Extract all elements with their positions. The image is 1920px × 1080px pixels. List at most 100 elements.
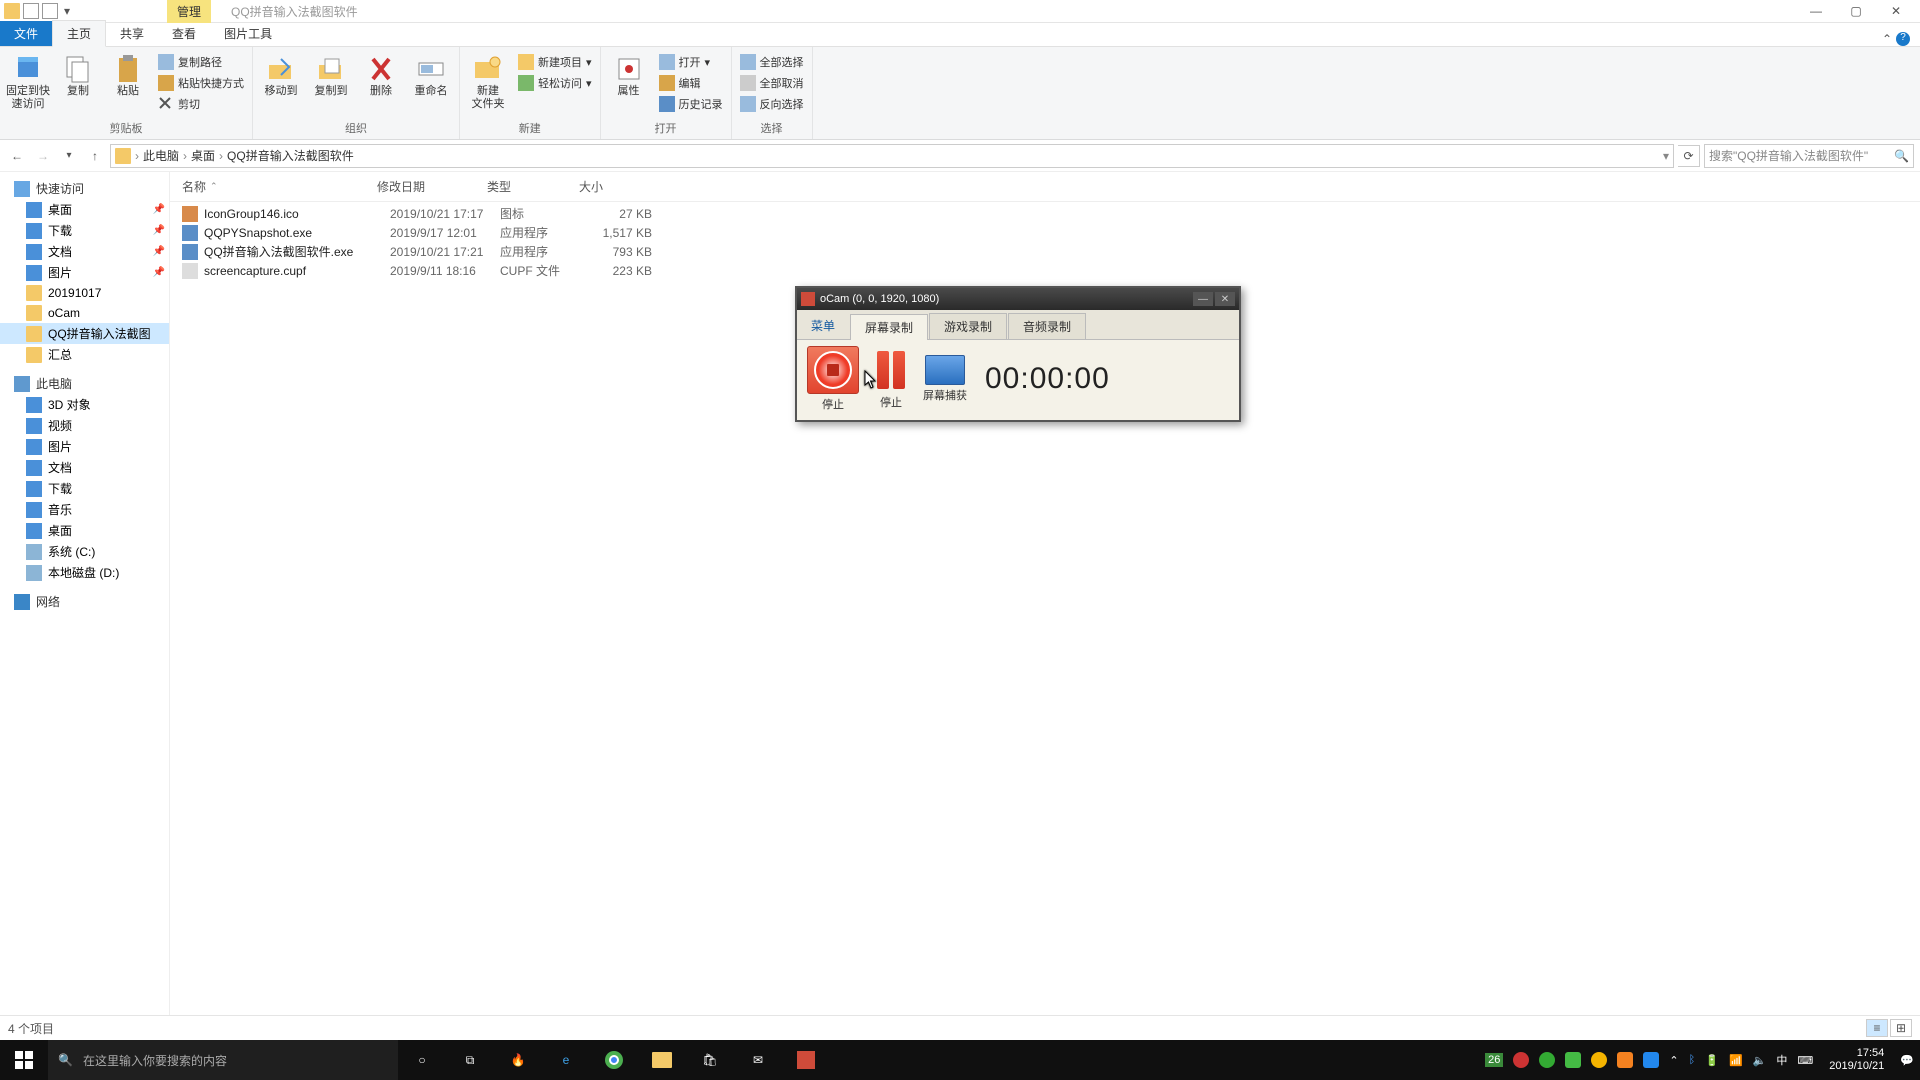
- app-store-icon[interactable]: 🛍: [686, 1040, 734, 1080]
- ocam-stop-button[interactable]: 停止: [807, 346, 859, 412]
- nav-network[interactable]: 网络: [0, 591, 169, 612]
- bluetooth-icon[interactable]: ᛒ: [1689, 1054, 1696, 1066]
- nav-folder-ocam[interactable]: oCam: [0, 303, 169, 323]
- taskbar-search[interactable]: 🔍 在这里输入你要搜索的内容: [48, 1040, 398, 1080]
- ime-keyboard-icon[interactable]: ⌨: [1797, 1054, 1813, 1067]
- ocam-menu[interactable]: 菜单: [797, 313, 849, 339]
- refresh-button[interactable]: ⟳: [1678, 145, 1700, 167]
- bc-pc[interactable]: 此电脑: [143, 147, 179, 164]
- copy-button[interactable]: 复制: [56, 49, 100, 98]
- file-row[interactable]: QQ拼音输入法截图软件.exe 2019/10/21 17:21 应用程序 79…: [174, 242, 1916, 261]
- nav-videos[interactable]: 视频: [0, 415, 169, 436]
- app-explorer-icon[interactable]: [638, 1040, 686, 1080]
- nav-folder-20191017[interactable]: 20191017: [0, 283, 169, 303]
- tray-badge[interactable]: 26: [1485, 1053, 1503, 1067]
- ocam-titlebar[interactable]: oCam (0, 0, 1920, 1080) — ✕: [797, 288, 1239, 310]
- app-mail-icon[interactable]: ✉: [734, 1040, 782, 1080]
- qat-dropdown-icon[interactable]: ▾: [61, 4, 73, 18]
- tray-icon[interactable]: [1643, 1052, 1659, 1068]
- maximize-button[interactable]: ▢: [1846, 1, 1866, 21]
- nav-this-pc[interactable]: 此电脑: [0, 373, 169, 394]
- bc-folder[interactable]: QQ拼音输入法截图软件: [227, 147, 354, 164]
- new-item-button[interactable]: 新建项目 ▾: [516, 53, 594, 71]
- app-ocam-icon[interactable]: [782, 1040, 830, 1080]
- tray-wechat-icon[interactable]: [1565, 1052, 1581, 1068]
- ocam-tab-game[interactable]: 游戏录制: [929, 313, 1007, 339]
- nav-3d-objects[interactable]: 3D 对象: [0, 394, 169, 415]
- icons-view-button[interactable]: ⊞: [1890, 1019, 1912, 1037]
- delete-button[interactable]: 删除: [359, 49, 403, 98]
- cortana-icon[interactable]: ○: [398, 1040, 446, 1080]
- tray-icon[interactable]: [1617, 1052, 1633, 1068]
- recent-dropdown-icon[interactable]: ▾: [58, 145, 80, 167]
- col-type[interactable]: 类型: [479, 178, 571, 195]
- ocam-close-button[interactable]: ✕: [1215, 292, 1235, 306]
- nav-music[interactable]: 音乐: [0, 499, 169, 520]
- nav-documents2[interactable]: 文档: [0, 457, 169, 478]
- notification-icon[interactable]: 💬: [1900, 1054, 1914, 1067]
- tray-icon[interactable]: [1591, 1052, 1607, 1068]
- tab-view[interactable]: 查看: [158, 21, 210, 46]
- task-view-icon[interactable]: ⧉: [446, 1040, 494, 1080]
- new-folder-button[interactable]: 新建 文件夹: [466, 49, 510, 111]
- copyto-button[interactable]: 复制到: [309, 49, 353, 98]
- qat-item[interactable]: [42, 3, 58, 19]
- battery-icon[interactable]: 🔋: [1705, 1054, 1719, 1067]
- close-button[interactable]: ✕: [1886, 1, 1906, 21]
- history-button[interactable]: 历史记录: [657, 95, 725, 113]
- bc-desktop[interactable]: 桌面: [191, 147, 215, 164]
- properties-button[interactable]: 属性: [607, 49, 651, 98]
- nav-desktop2[interactable]: 桌面: [0, 520, 169, 541]
- copy-path-button[interactable]: 复制路径: [156, 53, 246, 71]
- col-size[interactable]: 大小: [571, 178, 631, 195]
- file-row[interactable]: IconGroup146.ico 2019/10/21 17:17 图标 27 …: [174, 204, 1916, 223]
- app-fire-icon[interactable]: 🔥: [494, 1040, 542, 1080]
- forward-button[interactable]: →: [32, 145, 54, 167]
- select-none-button[interactable]: 全部取消: [738, 74, 806, 92]
- nav-downloads[interactable]: 下载📌: [0, 220, 169, 241]
- breadcrumb[interactable]: › 此电脑 › 桌面 › QQ拼音输入法截图软件 ▾: [110, 144, 1674, 168]
- nav-folder-huizong[interactable]: 汇总: [0, 344, 169, 365]
- rename-button[interactable]: 重命名: [409, 49, 453, 98]
- ocam-window[interactable]: oCam (0, 0, 1920, 1080) — ✕ 菜单 屏幕录制 游戏录制…: [795, 286, 1241, 422]
- nav-pictures[interactable]: 图片📌: [0, 262, 169, 283]
- easy-access-button[interactable]: 轻松访问 ▾: [516, 74, 594, 92]
- nav-desktop[interactable]: 桌面📌: [0, 199, 169, 220]
- nav-c-drive[interactable]: 系统 (C:): [0, 541, 169, 562]
- ocam-tab-audio[interactable]: 音频录制: [1008, 313, 1086, 339]
- tab-picture-tools[interactable]: 图片工具: [210, 21, 286, 46]
- nav-pictures2[interactable]: 图片: [0, 436, 169, 457]
- ime-indicator[interactable]: 中: [1776, 1052, 1787, 1068]
- tray-icon[interactable]: [1513, 1052, 1529, 1068]
- ribbon-collapse-icon[interactable]: ⌃: [1882, 32, 1892, 46]
- wifi-icon[interactable]: 📶: [1729, 1054, 1743, 1067]
- col-name[interactable]: 名称⌃: [174, 178, 369, 195]
- tray-icon[interactable]: [1539, 1052, 1555, 1068]
- up-button[interactable]: ↑: [84, 145, 106, 167]
- tab-home[interactable]: 主页: [52, 20, 106, 47]
- qat-item[interactable]: [23, 3, 39, 19]
- breadcrumb-dropdown-icon[interactable]: ▾: [1663, 149, 1669, 163]
- ocam-minimize-button[interactable]: —: [1193, 292, 1213, 306]
- search-input[interactable]: 搜索"QQ拼音输入法截图软件" 🔍: [1704, 144, 1914, 168]
- help-icon[interactable]: ?: [1896, 32, 1910, 46]
- minimize-button[interactable]: —: [1806, 1, 1826, 21]
- nav-downloads2[interactable]: 下载: [0, 478, 169, 499]
- paste-shortcut-button[interactable]: 粘贴快捷方式: [156, 74, 246, 92]
- taskbar-clock[interactable]: 17:54 2019/10/21: [1823, 1047, 1890, 1073]
- ocam-pause-button[interactable]: 停止: [877, 348, 905, 410]
- file-row[interactable]: screencapture.cupf 2019/9/11 18:16 CUPF …: [174, 261, 1916, 280]
- ocam-capture-button[interactable]: 屏幕捕获: [923, 355, 967, 403]
- moveto-button[interactable]: 移动到: [259, 49, 303, 98]
- tab-share[interactable]: 共享: [106, 21, 158, 46]
- select-all-button[interactable]: 全部选择: [738, 53, 806, 71]
- open-button[interactable]: 打开 ▾: [657, 53, 725, 71]
- nav-folder-qq[interactable]: QQ拼音输入法截图: [0, 323, 169, 344]
- app-chrome-icon[interactable]: [590, 1040, 638, 1080]
- paste-button[interactable]: 粘贴: [106, 49, 150, 98]
- nav-d-drive[interactable]: 本地磁盘 (D:): [0, 562, 169, 583]
- nav-documents[interactable]: 文档📌: [0, 241, 169, 262]
- ocam-tab-screen[interactable]: 屏幕录制: [850, 314, 928, 340]
- volume-icon[interactable]: 🔈: [1753, 1054, 1767, 1067]
- tab-file[interactable]: 文件: [0, 21, 52, 46]
